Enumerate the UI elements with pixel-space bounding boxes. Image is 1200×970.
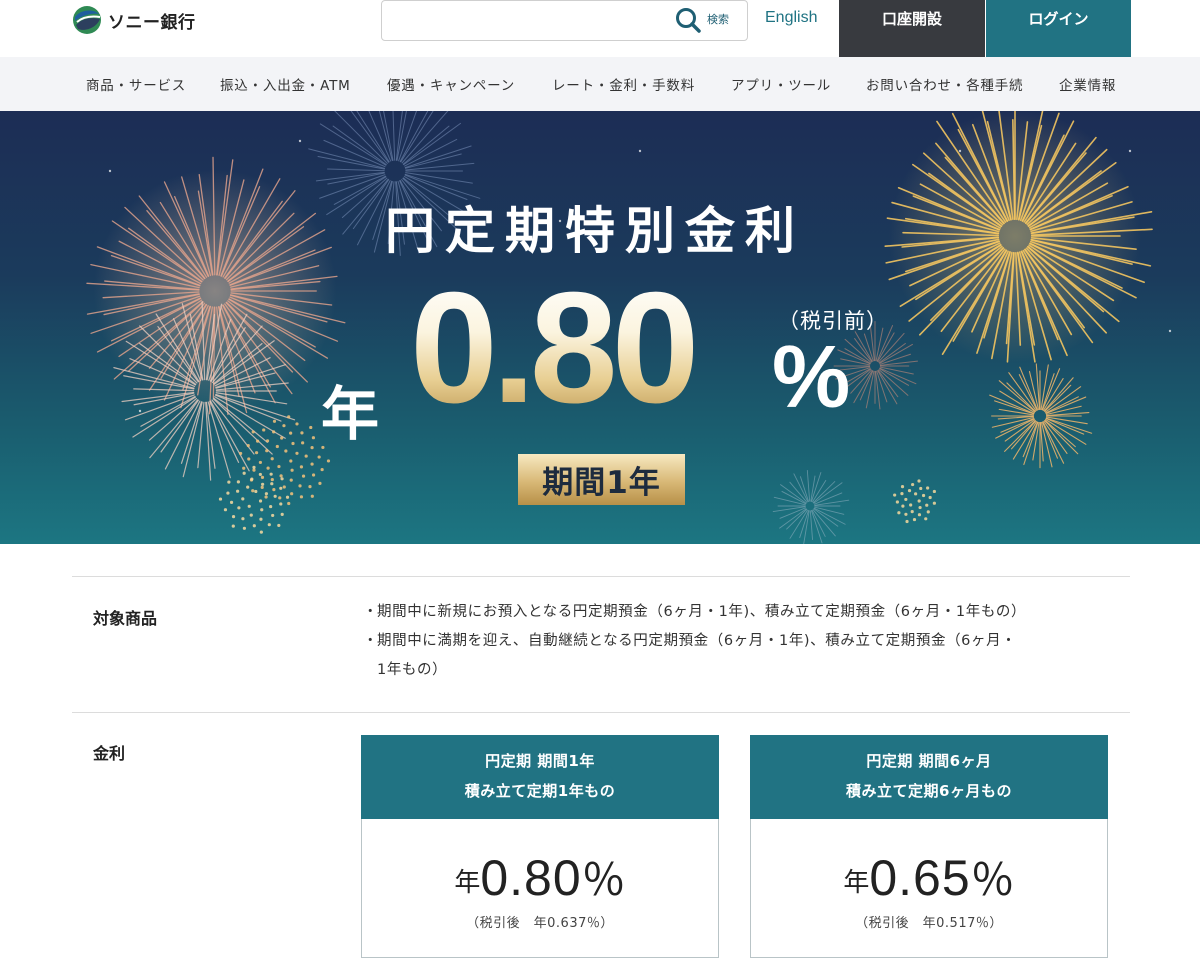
logo[interactable]: ソニー銀行 <box>72 4 196 36</box>
rate-after-tax: （税引後 年0.517％） <box>855 916 1003 931</box>
rate-card-header: 円定期 期間6ヶ月 積み立て定期6ヶ月もの <box>750 735 1108 819</box>
nav-item-company[interactable]: 企業情報 <box>1059 74 1116 94</box>
rate-prefix: 年 <box>454 868 481 898</box>
nav-item-transfer-atm[interactable]: 振込・入出金・ATM <box>220 74 351 94</box>
rate-after-tax: （税引後 年0.637％） <box>466 916 614 931</box>
rate-label: 金利 <box>93 744 126 763</box>
rate-prefix: 年 <box>843 868 870 898</box>
logo-text: ソニー銀行 <box>108 12 196 33</box>
rate-card-title-line1: 円定期 期間6ヶ月 <box>866 752 992 770</box>
target-bullet-2-continued: 1年もの） <box>377 662 448 678</box>
rate-card-1year: 円定期 期間1年 積み立て定期1年もの 年0.80％ （税引後 年0.637％） <box>361 735 719 958</box>
search-input[interactable] <box>390 7 670 35</box>
target-bullet-1: ・期間中に新規にお預入となる円定期預金（6ヶ月・1年)、積み立て定期預金（6ヶ月… <box>363 604 1027 620</box>
main-nav: 商品・サービス 振込・入出金・ATM 優遇・キャンペーン レート・金利・手数料 … <box>0 57 1200 111</box>
rate-card-6month: 円定期 期間6ヶ月 積み立て定期6ヶ月もの 年0.65％ （税引後 年0.517… <box>750 735 1108 958</box>
english-link[interactable]: English <box>765 9 817 27</box>
rate-percent: ％ <box>970 855 1015 906</box>
open-account-button[interactable]: 口座開設 <box>839 0 985 57</box>
nav-item-support[interactable]: お問い合わせ・各種手続 <box>866 74 1023 94</box>
divider <box>72 712 1130 713</box>
hero-rate: 0.80 <box>410 260 700 436</box>
rate-card-title-line2: 積み立て定期6ヶ月もの <box>846 782 1012 800</box>
nav-item-campaign[interactable]: 優遇・キャンペーン <box>387 74 515 94</box>
rate-percent: ％ <box>581 855 626 906</box>
logo-mark-icon <box>73 6 101 34</box>
rate-card-title-line2: 積み立て定期1年もの <box>464 782 616 800</box>
rate-card-value: 年0.65％ <box>751 844 1107 908</box>
nav-item-products[interactable]: 商品・サービス <box>86 74 186 94</box>
search-icon[interactable] <box>674 7 702 33</box>
login-button[interactable]: ログイン <box>986 0 1131 57</box>
search-label[interactable]: 検索 <box>707 11 729 27</box>
target-bullet-2: ・期間中に満期を迎え、自動継続となる円定期預金（6ヶ月・1年)、積み立て定期預金… <box>363 633 1017 649</box>
campaign-banner[interactable]: 円定期特別金利 年 0.80 （税引前） % 期間1年 <box>0 111 1200 544</box>
hero-percent: % <box>772 327 851 426</box>
rate-number: 0.80 <box>480 850 582 906</box>
nav-item-rates-fees[interactable]: レート・金利・手数料 <box>552 74 695 94</box>
hero-year-prefix: 年 <box>321 380 380 448</box>
hero-title: 円定期特別金利 <box>385 202 805 260</box>
target-products-label: 対象商品 <box>93 609 158 628</box>
hero-period-badge: 期間1年 <box>518 454 685 505</box>
nav-item-apps-tools[interactable]: アプリ・ツール <box>731 74 831 94</box>
divider <box>72 576 1130 577</box>
rate-card-header: 円定期 期間1年 積み立て定期1年もの <box>361 735 719 819</box>
rate-number: 0.65 <box>869 850 971 906</box>
site-header: ソニー銀行 検索 English 口座開設 ログイン <box>0 0 1200 57</box>
rate-card-title-line1: 円定期 期間1年 <box>485 752 595 770</box>
rate-card-value: 年0.80％ <box>362 844 718 908</box>
